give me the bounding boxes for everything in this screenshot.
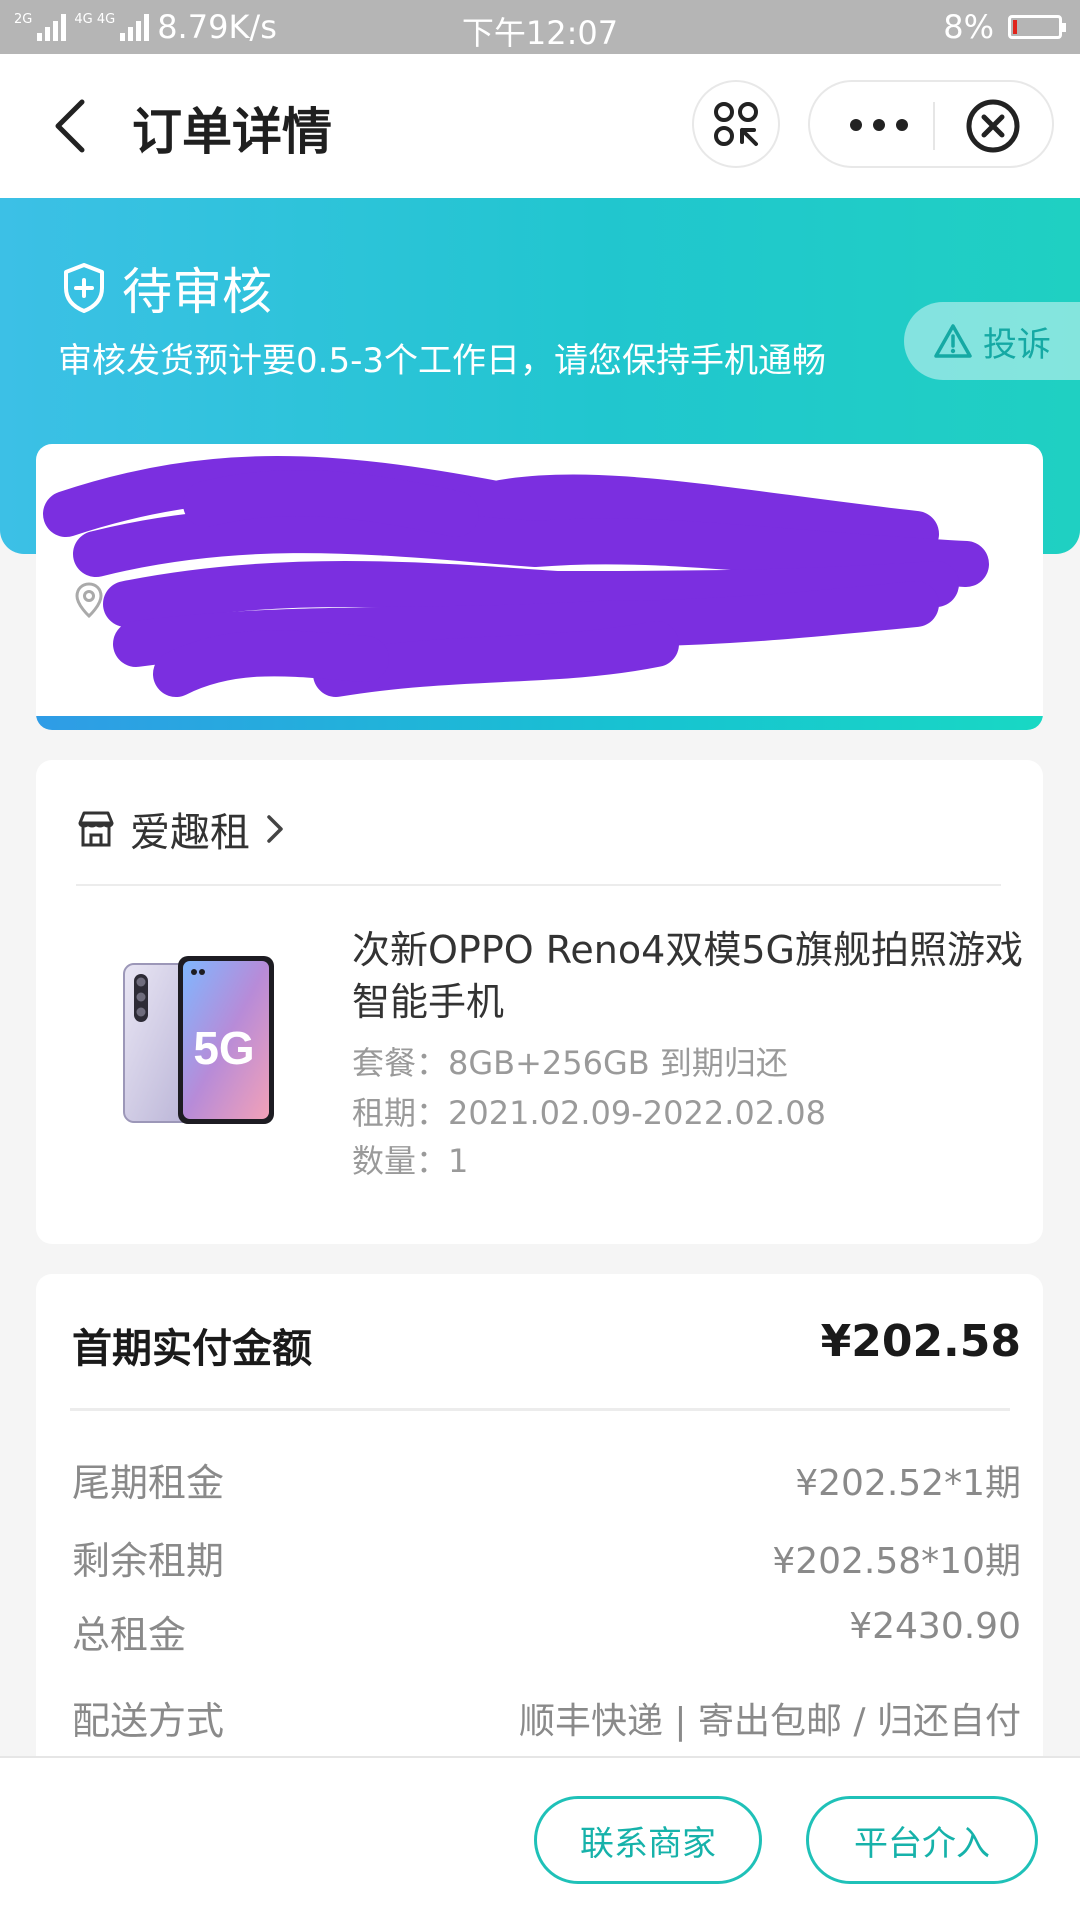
store-icon xyxy=(78,811,114,847)
delivery-method-label: 配送方式 xyxy=(72,1699,225,1743)
battery-icon xyxy=(1008,15,1066,39)
total-rent-value: ¥2430.90 xyxy=(849,1606,1021,1647)
status-bar: 2G 4G 4G 8.79K/s 下午12:07 8% xyxy=(0,0,1080,54)
shipping-address-card[interactable]: 山东省 xyxy=(36,444,1043,730)
contact-merchant-button[interactable]: 联系商家 xyxy=(534,1796,762,1884)
warning-icon xyxy=(934,324,972,358)
store-row[interactable]: 爱趣租 xyxy=(76,800,286,858)
order-status-title: 待审核 xyxy=(122,263,272,321)
platform-intervene-button[interactable]: 平台介入 xyxy=(806,1796,1038,1884)
status-header: 待审核 xyxy=(62,252,272,324)
remaining-term-value: ¥202.58*10期 xyxy=(772,1541,1021,1582)
final-rent-label: 尾期租金 xyxy=(72,1461,225,1505)
product-divider xyxy=(76,884,1001,886)
complaint-button[interactable]: 投诉 xyxy=(904,302,1080,380)
chevron-right-icon xyxy=(267,815,283,843)
nav-bar: 订单详情 xyxy=(0,54,1080,198)
product-title[interactable]: 次新OPPO Reno4双模5G旗舰拍照游戏智能手机 xyxy=(352,924,1032,1028)
remaining-term-label: 剩余租期 xyxy=(72,1539,225,1583)
capsule-divider xyxy=(933,102,935,150)
delivery-method-value: 顺丰快递 | 寄出包邮 / 归还自付 xyxy=(518,1701,1021,1742)
status-time: 下午12:07 xyxy=(461,14,619,52)
product-rental-period: 租期：2021.02.09-2022.02.08 xyxy=(352,1094,826,1132)
scan-icon xyxy=(714,102,758,146)
scan-button[interactable] xyxy=(692,80,780,168)
product-quantity: 数量：1 xyxy=(352,1142,469,1180)
page-title: 订单详情 xyxy=(132,103,332,161)
product-card: 爱趣租 5G 次新OPPO Reno4双模5G旗舰拍照游戏智能手机 套餐：8GB… xyxy=(36,760,1043,1244)
store-name: 爱趣租 xyxy=(130,810,250,856)
battery-percent: 8% xyxy=(943,8,994,46)
final-rent-value: ¥202.52*1期 xyxy=(795,1463,1021,1504)
payment-summary-card: 首期实付金额 ¥202.58 尾期租金 ¥202.52*1期 剩余租期 ¥202… xyxy=(36,1274,1043,1834)
product-image[interactable]: 5G xyxy=(120,950,280,1130)
first-payment-label: 首期实付金额 xyxy=(72,1326,312,1372)
bottom-action-bar: 联系商家 平台介入 xyxy=(0,1756,1080,1922)
back-arrow-icon[interactable] xyxy=(46,98,102,154)
first-payment-amount: ¥202.58 xyxy=(820,1316,1021,1367)
complaint-label: 投诉 xyxy=(983,324,1051,365)
shield-icon xyxy=(64,263,104,313)
payment-divider xyxy=(70,1408,1010,1411)
close-icon[interactable] xyxy=(965,98,1021,154)
product-package: 套餐：8GB+256GB 到期归还 xyxy=(352,1044,788,1082)
battery-level xyxy=(1013,20,1017,34)
status-right: 8% xyxy=(943,8,1066,46)
address-decor-bar xyxy=(36,716,1043,730)
mini-program-capsule xyxy=(808,80,1054,168)
redaction-scribble xyxy=(43,456,989,697)
total-rent-label: 总租金 xyxy=(72,1613,187,1657)
more-icon[interactable] xyxy=(848,112,910,138)
product-image-badge: 5G xyxy=(193,1022,254,1074)
order-status-description: 审核发货预计要0.5-3个工作日，请您保持手机通畅 xyxy=(58,341,826,381)
